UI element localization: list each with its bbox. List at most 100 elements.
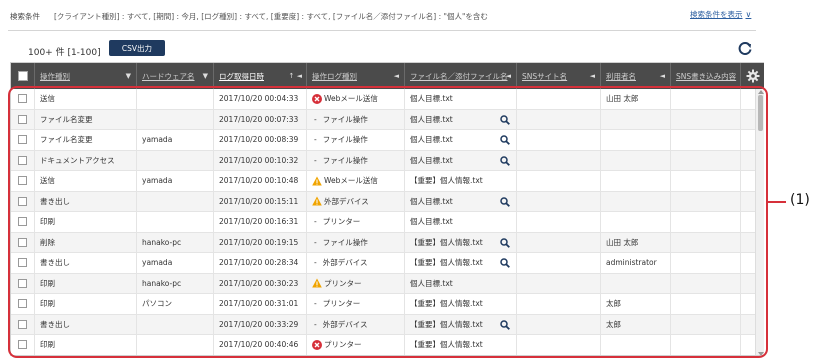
table-row[interactable]: 印刷 2017/10/20 00:16:31- プリンター 個人目標.txt [11, 212, 755, 233]
column-header-label: 利用者名 [606, 71, 636, 81]
file-name: 個人目標.txt [410, 278, 453, 288]
magnifier-icon[interactable] [500, 196, 510, 207]
log-datetime-cell: 2017/10/20 00:10:48 [214, 171, 307, 191]
log-type: 外部デバイス [322, 258, 368, 268]
magnifier-icon[interactable] [500, 237, 510, 248]
log-datetime-cell: 2017/10/20 00:30:23 [214, 273, 307, 293]
user-name-cell [601, 273, 671, 293]
hardware-name: yamada [142, 135, 173, 145]
row-checkbox[interactable] [18, 217, 27, 227]
sns-content-cell [671, 232, 741, 252]
row-checkbox[interactable] [18, 340, 27, 350]
scroll-down-icon[interactable] [758, 352, 764, 355]
scroll-up-icon[interactable] [758, 90, 764, 94]
table-row[interactable]: ファイル名変更 yamada 2017/10/20 00:08:39- ファイル操作個… [11, 130, 755, 151]
column-header[interactable]: SNSサイト名 ◄ [517, 63, 601, 89]
column-header[interactable]: ハードウェア名 ▼ [137, 63, 214, 89]
row-checkbox[interactable] [18, 135, 27, 145]
table-row[interactable]: 印刷 2017/10/20 00:40:46 プリンター 【重要】個人情報.txt [11, 335, 755, 355]
table-row[interactable]: ファイル名変更 2017/10/20 00:07:33- ファイル操作 個人目標.tx… [11, 109, 755, 130]
row-checkbox[interactable] [18, 319, 27, 329]
table-row[interactable]: 送信 2017/10/20 00:04:33 Webメール送信 個人目標.txt 山田 … [11, 89, 755, 110]
table-row[interactable]: 印刷 hanako-pc 2017/10/20 00:30:23 プリンター 個人目標.… [11, 273, 755, 294]
hardware-name: hanako-pc [142, 237, 182, 247]
dash-icon: - [314, 258, 317, 268]
sns-content-cell [671, 130, 741, 150]
log-type-cell: - ファイル操作 [307, 150, 405, 170]
pin-icon[interactable]: ◄ [660, 72, 665, 80]
row-checkbox[interactable] [18, 94, 27, 104]
row-checkbox[interactable] [18, 196, 27, 206]
log-datetime: 2017/10/20 00:08:39 [219, 135, 299, 145]
log-type: 外部デバイス [322, 319, 368, 329]
pin-icon[interactable]: ▼ [203, 72, 208, 80]
row-checkbox[interactable] [18, 299, 27, 309]
gear-icon[interactable] [746, 69, 760, 83]
operation-type: ドキュメントアクセス [40, 155, 115, 165]
table-row[interactable]: 印刷 パソコン 2017/10/20 00:31:01- プリンター 【重要】個人情報.… [11, 294, 755, 315]
magnifier-icon[interactable] [500, 258, 510, 268]
scrollbar[interactable] [755, 89, 764, 355]
sort-icon[interactable]: ↑ ◄ [289, 72, 302, 80]
sns-content-cell [671, 314, 741, 334]
column-header[interactable]: 操作種別 ▼ [35, 63, 137, 89]
select-all-checkbox[interactable] [17, 71, 28, 81]
column-header[interactable]: 利用者名 ◄ [601, 63, 671, 89]
user-name: 山田 太郎 [606, 94, 639, 104]
magnifier-icon[interactable] [500, 114, 510, 125]
log-datetime-cell: 2017/10/20 00:04:33 [214, 89, 307, 109]
row-checkbox[interactable] [18, 278, 27, 288]
show-filter-label[interactable]: 検索条件を表示 [690, 9, 743, 20]
operation-type-cell: 送信 [35, 89, 137, 109]
column-header-label: SNSサイト名 [522, 71, 568, 81]
log-type: プリンター [324, 278, 362, 288]
column-settings[interactable] [741, 63, 764, 89]
dash-icon: - [314, 299, 317, 309]
table-row[interactable]: 書き出し 2017/10/20 00:15:11 外部デバイス 個人目標.txt [11, 191, 755, 212]
log-datetime: 2017/10/20 00:16:31 [219, 217, 299, 227]
hardware-name: yamada [142, 176, 173, 186]
user-name-cell [601, 335, 671, 355]
pin-icon[interactable]: ◄ [506, 72, 511, 80]
column-header[interactable]: 操作ログ種別 ◄ [307, 63, 405, 89]
filter-summary: 検索条件 [クライアント種別] : すべて, [期間] : 今月, [ログ種別]… [10, 9, 750, 23]
pin-icon[interactable]: ▼ [126, 72, 131, 80]
row-checkbox[interactable] [18, 114, 27, 124]
magnifier-icon[interactable] [500, 319, 510, 330]
log-type-cell: - ファイル操作 [307, 130, 405, 150]
row-select-cell [11, 273, 35, 293]
magnifier-icon[interactable] [500, 155, 510, 166]
csv-export-button[interactable]: CSV出力 [109, 40, 165, 56]
column-header[interactable]: ファイル名／添付ファイル名 ◄ [405, 63, 517, 89]
table-row[interactable]: 送信 yamada 2017/10/20 00:10:48 Webメール送信 【重要】個… [11, 171, 755, 192]
table-row[interactable]: ドキュメントアクセス 2017/10/20 00:10:32- ファイル操作 個人目標… [11, 150, 755, 171]
column-header[interactable]: SNS書き込み内容 [671, 63, 741, 89]
magnifier-icon[interactable] [500, 135, 510, 145]
dash-icon: - [314, 217, 317, 227]
file-name: 【重要】個人情報.txt [410, 319, 483, 329]
scroll-thumb[interactable] [758, 95, 763, 131]
column-header[interactable]: ログ取得日時 ↑ ◄ [214, 63, 307, 89]
dash-icon: - [314, 319, 317, 329]
user-name-cell [601, 150, 671, 170]
row-select-cell [11, 109, 35, 129]
log-datetime-cell: 2017/10/20 00:33:29 [214, 314, 307, 334]
sns-site-cell [517, 109, 601, 129]
pin-icon[interactable]: ◄ [394, 72, 399, 80]
user-name-cell [601, 191, 671, 211]
refresh-icon[interactable] [737, 40, 753, 56]
table-row[interactable]: 削除 hanako-pc 2017/10/20 00:19:15- ファイル操作 【重要… [11, 232, 755, 253]
row-select-cell [11, 89, 35, 109]
warning-icon [312, 176, 322, 186]
row-checkbox[interactable] [18, 176, 27, 186]
table-row[interactable]: 書き出し yamada 2017/10/20 00:28:34- 外部デバイス 【重要】… [11, 253, 755, 274]
show-filter-link[interactable]: 検索条件を表示 ∨ [690, 9, 751, 20]
pin-icon[interactable]: ◄ [590, 72, 595, 80]
row-checkbox[interactable] [18, 258, 27, 268]
hardware-name: パソコン [142, 299, 172, 309]
row-checkbox[interactable] [18, 237, 27, 247]
table-row[interactable]: 書き出し 2017/10/20 00:33:29- 外部デバイス 【重要】個人情報.t… [11, 314, 755, 335]
row-checkbox[interactable] [18, 155, 27, 165]
hardware-name-cell: hanako-pc [137, 273, 214, 293]
column-header-label: 操作ログ種別 [312, 71, 357, 81]
